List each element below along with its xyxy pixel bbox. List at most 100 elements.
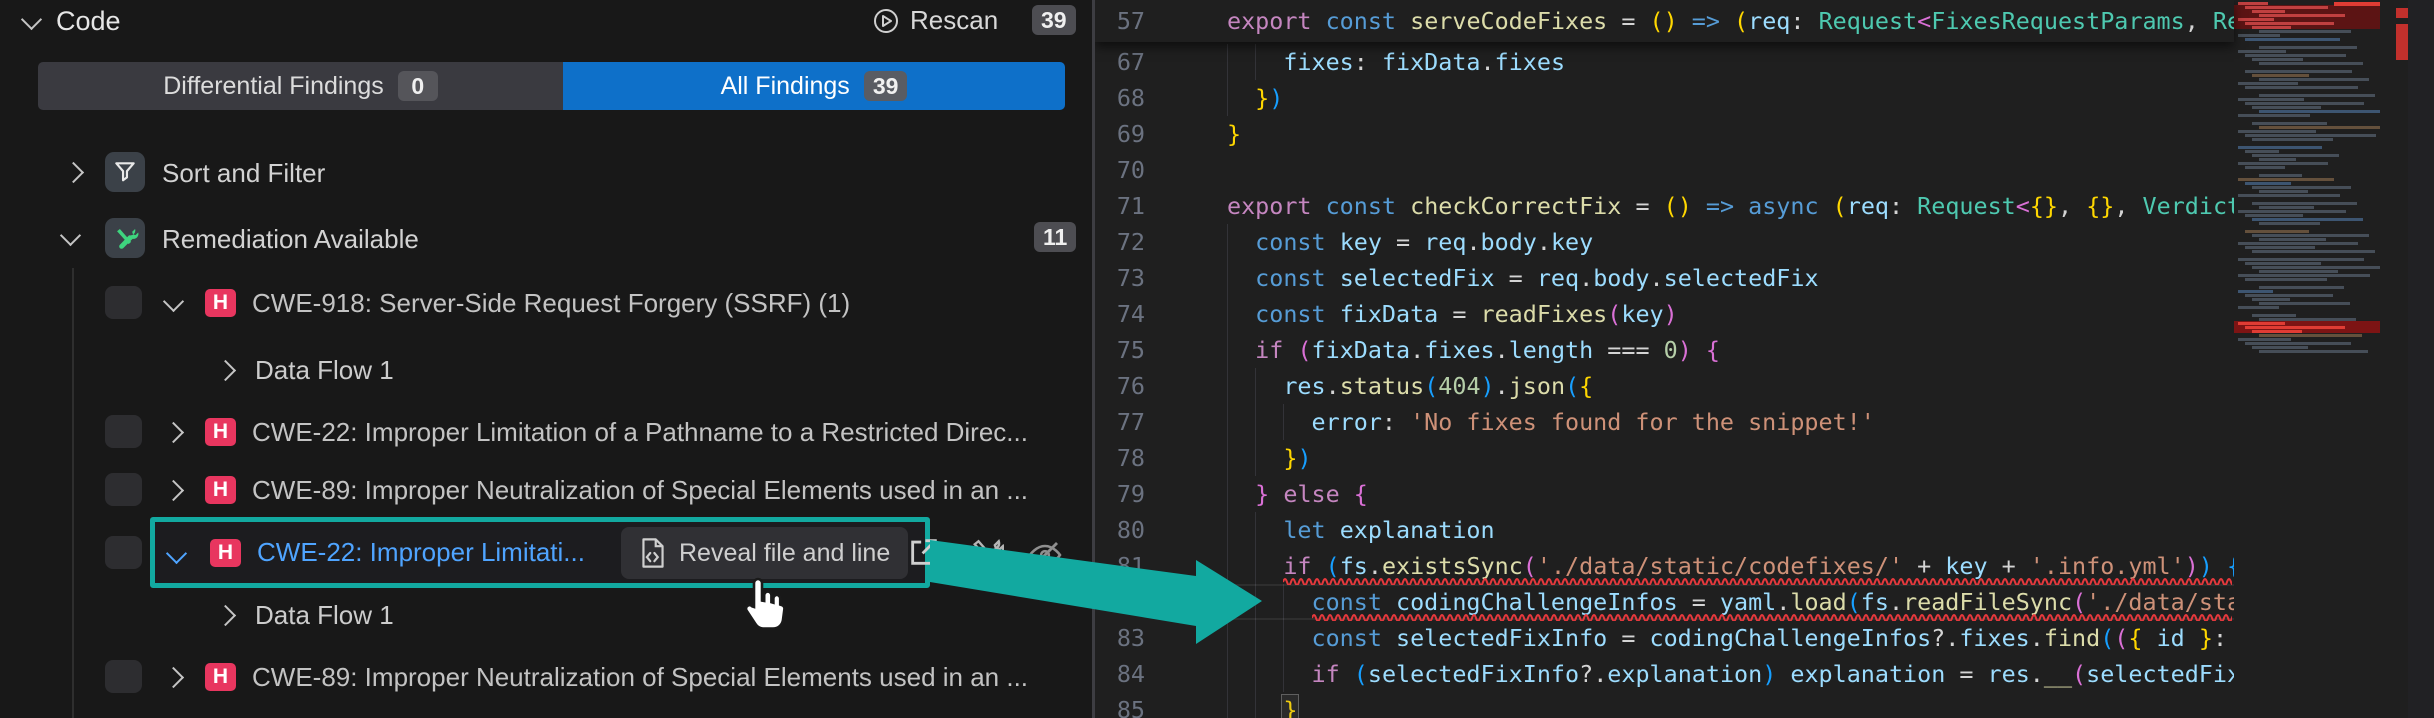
severity-badge-high: H: [205, 476, 236, 504]
finding-checkbox[interactable]: [105, 473, 142, 506]
bracket-match-box: [1281, 694, 1299, 718]
code-token: export: [1227, 7, 1312, 35]
code-line[interactable]: 73 const selectedFix = req.body.selected…: [1095, 260, 2234, 296]
chevron-right-icon[interactable]: [163, 422, 184, 443]
finding-label[interactable]: CWE-22: Improper Limitati...: [257, 537, 585, 568]
code-line[interactable]: 71export const checkCorrectFix = () => a…: [1095, 188, 2234, 224]
finding-checkbox[interactable]: [105, 415, 142, 448]
chevron-right-icon[interactable]: [215, 605, 236, 626]
code-line[interactable]: 80 let explanation: [1095, 512, 2234, 548]
code-line[interactable]: 75 if (fixData.fixes.length === 0) {: [1095, 332, 2234, 368]
minimap-line: [2252, 154, 2339, 157]
code-token: if: [1283, 552, 1311, 580]
code-token: .: [1326, 372, 1340, 400]
code-line[interactable]: 68 }): [1095, 80, 2234, 116]
chevron-down-icon[interactable]: [60, 225, 81, 246]
chevron-down-icon[interactable]: [21, 9, 42, 30]
code-text: }): [1227, 440, 1312, 476]
code-token: [1382, 588, 1396, 616]
chevron-right-icon[interactable]: [63, 162, 84, 183]
code-token: +: [1903, 552, 1945, 580]
code-line[interactable]: 83 const selectedFixInfo = codingChallen…: [1095, 620, 2234, 656]
chevron-right-icon[interactable]: [163, 480, 184, 501]
code-text: const selectedFix = req.body.selectedFix: [1227, 260, 1819, 296]
code-line[interactable]: 72 const key = req.body.key: [1095, 224, 2234, 260]
sort-and-filter-label[interactable]: Sort and Filter: [162, 158, 325, 189]
selected-finding-row[interactable]: H CWE-22: Improper Limitati... Reveal fi…: [150, 517, 930, 588]
code-token: const: [1255, 300, 1325, 328]
code-line[interactable]: 76 res.status(404).json({: [1095, 368, 2234, 404]
minimap-line: [2245, 70, 2352, 73]
code-token: ,: [2114, 192, 2142, 220]
finding-row[interactable]: HCWE-918: Server-Side Request Forgery (S…: [0, 283, 1092, 323]
minimap-line: [2245, 182, 2291, 185]
open-external-icon[interactable]: [907, 535, 941, 569]
code-text: res.status(404).json({: [1227, 368, 1593, 404]
code-token: Record: [2213, 7, 2234, 35]
code-line[interactable]: 78 }): [1095, 440, 2234, 476]
remediation-available-label[interactable]: Remediation Available: [162, 224, 419, 255]
code-token: +: [1988, 552, 2030, 580]
code-token: .: [1481, 48, 1495, 76]
minimap-line: [2259, 174, 2302, 177]
code-token: readFixes: [1481, 300, 1608, 328]
rescan-button[interactable]: Rescan: [872, 5, 998, 36]
finding-checkbox[interactable]: [105, 660, 142, 693]
finding-row[interactable]: HCWE-89: Improper Neutralization of Spec…: [0, 470, 1092, 510]
code-token: [1227, 660, 1312, 688]
finding-row[interactable]: HCWE-89: Improper Neutralization of Spec…: [0, 657, 1092, 697]
code-line[interactable]: 74 const fixData = readFixes(key): [1095, 296, 2234, 332]
code-line[interactable]: 84 if (selectedFixInfo?.explanation) exp…: [1095, 656, 2234, 692]
finding-checkbox[interactable]: [105, 536, 142, 569]
chevron-right-icon[interactable]: [163, 667, 184, 688]
scrollbar-track[interactable]: [2408, 0, 2434, 718]
code-line[interactable]: 70: [1095, 152, 2234, 188]
error-ruler-mark: [2396, 8, 2408, 18]
finding-row[interactable]: HCWE-22: Improper Limitation of a Pathna…: [0, 412, 1092, 452]
code-token: .: [1579, 264, 1593, 292]
tab-differential-findings[interactable]: Differential Findings 0: [38, 62, 563, 110]
code-token: {: [1354, 480, 1368, 508]
code-token: '.info.yml': [2030, 552, 2185, 580]
chevron-down-icon[interactable]: [163, 291, 184, 312]
line-number: 85: [1095, 692, 1145, 718]
code-token: =: [1678, 588, 1720, 616]
severity-badge-high: H: [205, 289, 236, 317]
code-text: fixes: fixData.fixes: [1227, 44, 1565, 80]
code-line[interactable]: 85 }: [1095, 692, 2234, 718]
tab-all-findings[interactable]: All Findings 39: [563, 62, 1065, 110]
severity-badge-high: H: [205, 663, 236, 691]
chevron-down-icon[interactable]: [166, 543, 187, 564]
finding-checkbox[interactable]: [105, 286, 142, 319]
tab-badge: 39: [864, 71, 908, 101]
remediate-wrench-icon[interactable]: [968, 536, 1004, 572]
hide-eye-off-icon[interactable]: [1026, 537, 1064, 573]
minimap-line: [2259, 286, 2344, 289]
code-line[interactable]: 67 fixes: fixData.fixes: [1095, 44, 2234, 80]
code-token: fixData: [1312, 336, 1411, 364]
code-token: res: [1988, 660, 2030, 688]
sticky-code-line[interactable]: 57export const serveCodeFixes = () => (r…: [1095, 3, 2234, 39]
code-line[interactable]: 77 error: 'No fixes found for the snippe…: [1095, 404, 2234, 440]
code-token: (: [1354, 660, 1368, 688]
data-flow-row[interactable]: Data Flow 1: [0, 350, 1092, 390]
code-editor[interactable]: 67 fixes: fixData.fixes68 })69}7071expor…: [1095, 0, 2434, 718]
minimap[interactable]: [2234, 0, 2380, 718]
data-flow-row[interactable]: Data Flow 1: [0, 595, 1092, 635]
code-line[interactable]: 79 } else {: [1095, 476, 2234, 512]
findings-count-badge: 39: [1032, 5, 1076, 35]
code-token: 404: [1438, 372, 1480, 400]
line-number: 68: [1095, 80, 1145, 116]
code-line[interactable]: 69}: [1095, 116, 2234, 152]
line-number: 79: [1095, 476, 1145, 512]
chevron-right-icon[interactable]: [215, 360, 236, 381]
code-token: error: [1312, 408, 1382, 436]
code-token: FixesRequestParams: [1931, 7, 2184, 35]
line-number: 83: [1095, 620, 1145, 656]
reveal-file-and-line-button[interactable]: Reveal file and line: [621, 527, 908, 579]
overview-ruler[interactable]: [2380, 0, 2408, 718]
code-token: 0: [1664, 336, 1678, 364]
sticky-scroll-line[interactable]: 57export const serveCodeFixes = () => (r…: [1095, 0, 2234, 42]
code-token: {}: [2030, 192, 2058, 220]
code-token: if: [1255, 336, 1283, 364]
